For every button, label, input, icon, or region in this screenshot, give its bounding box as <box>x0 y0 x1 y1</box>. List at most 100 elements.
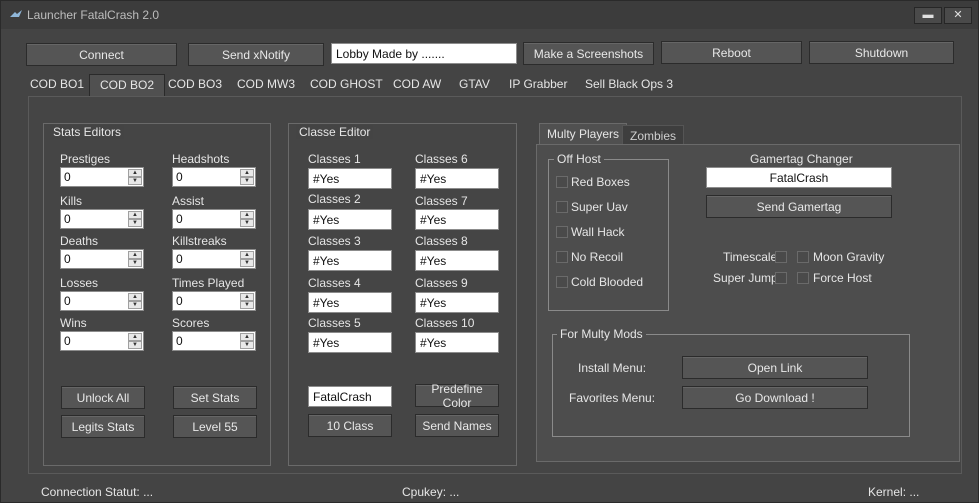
force-host-label: Force Host <box>813 271 872 285</box>
spin-down-icon[interactable]: ▼ <box>240 177 254 185</box>
class-5-label: Classes 5 <box>308 316 361 330</box>
spin-up-icon[interactable]: ▲ <box>240 251 254 259</box>
assist-spinner[interactable]: 0 ▲ ▼ <box>172 209 256 229</box>
no-recoil-checkbox[interactable] <box>556 251 568 263</box>
class-10-input[interactable]: #Yes <box>415 332 499 353</box>
cold-blooded-label: Cold Blooded <box>571 275 644 289</box>
predefine-color-button[interactable]: Predefine Color <box>415 382 499 410</box>
send-xnotify-button[interactable]: Send xNotify <box>188 43 324 66</box>
unlock-all-button[interactable]: Unlock All <box>61 386 145 409</box>
send-gamertag-button[interactable]: Send Gamertag <box>706 195 892 218</box>
moon-gravity-checkbox[interactable] <box>797 251 809 263</box>
go-download-button[interactable]: Go Download ! <box>682 386 868 409</box>
killstreaks-spinner[interactable]: 0 ▲ ▼ <box>172 249 256 269</box>
class-name-input[interactable]: FatalCrash <box>308 386 392 407</box>
shutdown-button[interactable]: Shutdown <box>809 41 954 64</box>
class-9-input[interactable]: #Yes <box>415 292 499 313</box>
gamertag-input[interactable]: FatalCrash <box>706 167 892 188</box>
spin-down-icon[interactable]: ▼ <box>128 341 142 349</box>
spin-up-icon[interactable]: ▲ <box>240 293 254 301</box>
assist-value: 0 <box>176 212 183 226</box>
close-button[interactable]: ✕ <box>944 7 972 24</box>
make-screenshots-button[interactable]: Make a Screenshots <box>523 42 654 65</box>
headshots-spinner[interactable]: 0 ▲ ▼ <box>172 167 256 187</box>
times-played-spinner[interactable]: 0 ▲ ▼ <box>172 291 256 311</box>
class-editor-title: Classe Editor <box>296 125 374 139</box>
tab-multy-players[interactable]: Multy Players <box>539 123 628 145</box>
ten-class-button[interactable]: 10 Class <box>308 414 392 437</box>
tab-cod-ghost[interactable]: COD GHOST <box>310 74 383 96</box>
class-9-label: Classes 9 <box>415 276 468 290</box>
scores-label: Scores <box>172 316 210 330</box>
class-1-input[interactable]: #Yes <box>308 168 392 189</box>
open-link-button[interactable]: Open Link <box>682 356 868 379</box>
connect-button[interactable]: Connect <box>26 43 177 66</box>
tab-gtav[interactable]: GTAV <box>459 74 490 96</box>
minimize-button[interactable]: ▬ <box>914 7 942 24</box>
class-10-label: Classes 10 <box>415 316 475 330</box>
spin-up-icon[interactable]: ▲ <box>128 333 142 341</box>
tab-cod-bo2[interactable]: COD BO2 <box>89 74 166 96</box>
spin-up-icon[interactable]: ▲ <box>240 211 254 219</box>
spin-down-icon[interactable]: ▼ <box>128 219 142 227</box>
scores-spinner[interactable]: 0 ▲ ▼ <box>172 331 256 351</box>
prestiges-spinner[interactable]: 0 ▲ ▼ <box>60 167 144 187</box>
level-55-button[interactable]: Level 55 <box>173 415 257 438</box>
tab-cod-aw[interactable]: COD AW <box>393 74 441 96</box>
tab-zombies[interactable]: Zombies <box>622 125 685 145</box>
spin-down-icon[interactable]: ▼ <box>240 301 254 309</box>
class-7-input[interactable]: #Yes <box>415 209 499 230</box>
losses-spinner[interactable]: 0 ▲ ▼ <box>60 291 144 311</box>
class-6-label: Classes 6 <box>415 152 468 166</box>
killstreaks-label: Killstreaks <box>172 234 227 248</box>
favorites-menu-label: Favorites Menu: <box>569 391 656 405</box>
wall-hack-label: Wall Hack <box>571 225 625 239</box>
spin-up-icon[interactable]: ▲ <box>128 169 142 177</box>
timescale-checkbox[interactable] <box>775 251 787 263</box>
lobby-message-input[interactable]: Lobby Made by ....... <box>331 43 517 64</box>
title-bar[interactable]: Launcher FatalCrash 2.0 ▬ ✕ <box>1 1 978 29</box>
spin-up-icon[interactable]: ▲ <box>128 251 142 259</box>
spin-down-icon[interactable]: ▼ <box>240 259 254 267</box>
deaths-label: Deaths <box>60 234 99 248</box>
legits-stats-button[interactable]: Legits Stats <box>61 415 145 438</box>
cold-blooded-checkbox[interactable] <box>556 276 568 288</box>
spin-up-icon[interactable]: ▲ <box>128 293 142 301</box>
class-2-input[interactable]: #Yes <box>308 209 392 230</box>
cpukey-status: Cpukey: ... <box>402 485 460 499</box>
send-names-button[interactable]: Send Names <box>415 414 499 437</box>
class-6-input[interactable]: #Yes <box>415 168 499 189</box>
class-4-input[interactable]: #Yes <box>308 292 392 313</box>
class-8-input[interactable]: #Yes <box>415 250 499 271</box>
app-icon <box>10 10 22 17</box>
wall-hack-checkbox[interactable] <box>556 226 568 238</box>
super-uav-checkbox[interactable] <box>556 201 568 213</box>
deaths-value: 0 <box>64 252 71 266</box>
tab-ip-grabber[interactable]: IP Grabber <box>509 74 567 96</box>
tab-cod-bo1[interactable]: COD BO1 <box>30 74 84 96</box>
tab-cod-bo3[interactable]: COD BO3 <box>168 74 222 96</box>
set-stats-button[interactable]: Set Stats <box>173 386 257 409</box>
spin-up-icon[interactable]: ▲ <box>240 169 254 177</box>
spin-down-icon[interactable]: ▼ <box>128 177 142 185</box>
kills-spinner[interactable]: 0 ▲ ▼ <box>60 209 144 229</box>
spin-down-icon[interactable]: ▼ <box>128 301 142 309</box>
super-jump-checkbox[interactable] <box>775 272 787 284</box>
times-played-value: 0 <box>176 294 183 308</box>
spin-down-icon[interactable]: ▼ <box>128 259 142 267</box>
class-3-input[interactable]: #Yes <box>308 250 392 271</box>
super-uav-label: Super Uav <box>571 200 628 214</box>
wins-spinner[interactable]: 0 ▲ ▼ <box>60 331 144 351</box>
red-boxes-checkbox[interactable] <box>556 176 568 188</box>
reboot-button[interactable]: Reboot <box>661 41 802 64</box>
class-8-label: Classes 8 <box>415 234 468 248</box>
spin-down-icon[interactable]: ▼ <box>240 219 254 227</box>
deaths-spinner[interactable]: 0 ▲ ▼ <box>60 249 144 269</box>
spin-up-icon[interactable]: ▲ <box>128 211 142 219</box>
tab-cod-mw3[interactable]: COD MW3 <box>237 74 295 96</box>
tab-sell-black-ops-3[interactable]: Sell Black Ops 3 <box>585 74 673 96</box>
spin-down-icon[interactable]: ▼ <box>240 341 254 349</box>
force-host-checkbox[interactable] <box>797 272 809 284</box>
class-5-input[interactable]: #Yes <box>308 332 392 353</box>
spin-up-icon[interactable]: ▲ <box>240 333 254 341</box>
